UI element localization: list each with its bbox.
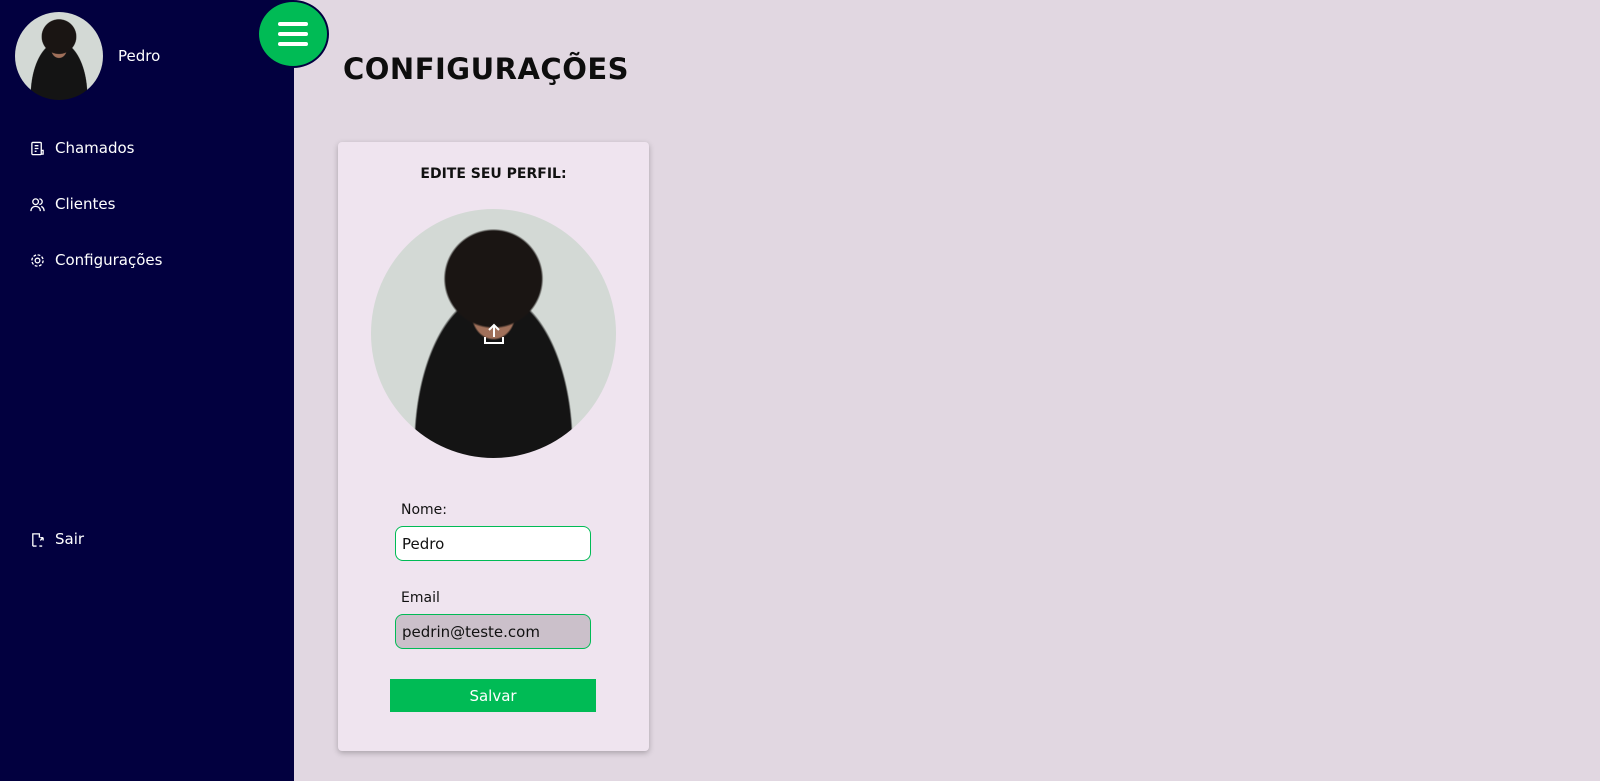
profile-card: EDITE SEU PERFIL: Nome: Email Salvar — [338, 142, 649, 751]
upload-icon[interactable] — [482, 322, 506, 346]
sidebar-item-label: Chamados — [55, 139, 135, 157]
user-name: Pedro — [118, 47, 161, 65]
sidebar-item-label: Clientes — [55, 195, 116, 213]
logout-label: Sair — [55, 530, 85, 548]
save-button[interactable]: Salvar — [390, 679, 596, 712]
card-title: EDITE SEU PERFIL: — [420, 166, 567, 182]
sidebar-item-configuracoes[interactable]: Configurações — [30, 251, 162, 269]
logout-icon — [32, 532, 44, 547]
email-input — [395, 614, 591, 649]
users-icon — [30, 197, 45, 211]
email-label: Email — [401, 590, 440, 606]
profile-photo-upload[interactable] — [371, 209, 616, 458]
hamburger-icon — [278, 22, 308, 26]
gear-icon — [31, 253, 44, 267]
menu-toggle-button[interactable] — [257, 0, 329, 68]
sidebar-item-chamados[interactable]: Chamados — [30, 139, 135, 157]
sidebar: Pedro Chamados Clientes Configurações Sa… — [0, 0, 294, 781]
name-label: Nome: — [401, 502, 448, 518]
page-title: CONFIGURAÇÕES — [343, 52, 630, 86]
name-input[interactable] — [395, 526, 591, 561]
logout-button[interactable]: Sair — [30, 530, 84, 548]
sidebar-item-label: Configurações — [55, 251, 163, 269]
document-icon — [31, 141, 44, 155]
avatar — [15, 12, 103, 100]
sidebar-item-clientes[interactable]: Clientes — [30, 195, 115, 213]
